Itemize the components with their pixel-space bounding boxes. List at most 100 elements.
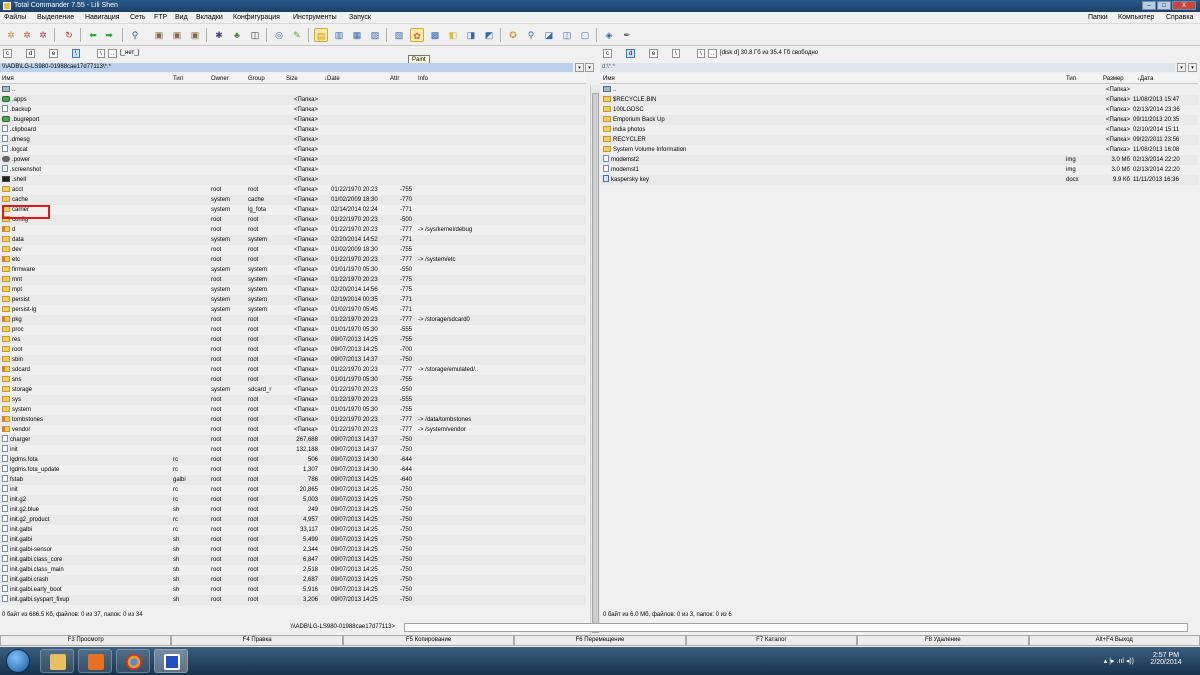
paint-app-icon[interactable]: ✿ bbox=[410, 28, 424, 42]
drive-up-button[interactable]: .. bbox=[708, 49, 718, 58]
window-icon[interactable]: ◫ bbox=[560, 28, 574, 42]
taskbar-total-commander[interactable] bbox=[154, 649, 188, 673]
right-hotlist-button[interactable]: ▾ bbox=[1188, 63, 1197, 72]
col-size[interactable]: Size bbox=[286, 76, 298, 82]
left-scroll-thumb[interactable] bbox=[592, 93, 599, 633]
table-row[interactable]: carrier system lg_fota <Папка> 02/14/2014 02… bbox=[0, 205, 586, 215]
table-row[interactable]: .logcat <Папка> bbox=[0, 145, 586, 155]
right-history-button[interactable]: ▾ bbox=[1177, 63, 1186, 72]
feather-icon[interactable]: ✒ bbox=[620, 28, 634, 42]
taskbar-explorer[interactable] bbox=[40, 649, 74, 673]
f6-move-button[interactable]: F6 Перемещение bbox=[514, 635, 686, 646]
drive-e-button[interactable]: e bbox=[49, 49, 59, 58]
f8-delete-button[interactable]: F8 Удаление bbox=[857, 635, 1029, 646]
note-icon[interactable]: ◧ bbox=[446, 28, 460, 42]
cmd-icon[interactable]: ▨ bbox=[392, 28, 406, 42]
drive-c-button[interactable]: c bbox=[3, 49, 12, 58]
sysinfo-icon[interactable]: ◈ bbox=[602, 28, 616, 42]
system-tray-icons[interactable]: ▴ |▸ .ııl ◂)) bbox=[1104, 657, 1134, 665]
table-row[interactable]: vendor root root <Папка> 01/22/1970 20:23 -77… bbox=[0, 425, 586, 435]
col-info[interactable]: Info bbox=[418, 76, 428, 82]
drive-network-button[interactable]: \ bbox=[672, 49, 680, 58]
ie-icon[interactable]: ◩ bbox=[482, 28, 496, 42]
col-type[interactable]: Тип bbox=[173, 76, 183, 82]
drive-root-button[interactable]: \ bbox=[697, 49, 705, 58]
menu-help[interactable]: Справка bbox=[1166, 14, 1193, 21]
table-row[interactable]: sdcard root root <Папка> 01/22/1970 20:23 -77… bbox=[0, 365, 586, 375]
alt-f4-exit-button[interactable]: Alt+F4 Выход bbox=[1028, 635, 1200, 646]
drive-root-button[interactable]: \ bbox=[97, 49, 105, 58]
table-row[interactable]: init.galbi.early_boot sh root root 5,916 09/0… bbox=[0, 585, 586, 595]
col-date[interactable]: ↓Дата bbox=[1137, 76, 1153, 82]
table-row[interactable]: firmware system system <Папка> 01/01/1970 05… bbox=[0, 265, 586, 275]
menu-navigation[interactable]: Навигация bbox=[85, 14, 120, 21]
table-row[interactable]: init.galbi rc root root 33,117 09/07/2013 14:… bbox=[0, 525, 586, 535]
drive-e-button[interactable]: e bbox=[649, 49, 659, 58]
f7-mkdir-button[interactable]: F7 Каталог bbox=[685, 635, 858, 646]
table-row[interactable]: init.galbi.syspart_fixup sh root root 3,206 0… bbox=[0, 595, 586, 605]
drive-c-button[interactable]: c bbox=[603, 49, 612, 58]
col-name[interactable]: Имя bbox=[2, 76, 14, 82]
viewer-icon[interactable]: ▦ bbox=[350, 28, 364, 42]
table-row[interactable]: .. <Папка> bbox=[600, 85, 1198, 95]
menu-files[interactable]: Файлы bbox=[4, 14, 26, 21]
table-row[interactable]: acct root root <Папка> 01/22/1970 20:23 -755 bbox=[0, 185, 586, 195]
reload-icon[interactable]: ↻ bbox=[62, 28, 76, 42]
star-icon[interactable]: ✪ bbox=[506, 28, 520, 42]
calc-icon[interactable]: ▧ bbox=[368, 28, 382, 42]
f3-view-button[interactable]: F3 Просмотр bbox=[0, 635, 172, 646]
f5-copy-button[interactable]: F5 Копирование bbox=[342, 635, 515, 646]
left-history-button[interactable]: ▾ bbox=[575, 63, 584, 72]
refresh-icon[interactable]: ✲ bbox=[4, 28, 18, 42]
table-row[interactable]: init.galbi sh root root 5,499 09/07/2013 14:2… bbox=[0, 535, 586, 545]
wordpad-icon[interactable]: ▩ bbox=[428, 28, 442, 42]
table-row[interactable]: sns root root <Папка> 01/01/1970 05:30 -755 bbox=[0, 375, 586, 385]
ftp-icon[interactable]: ✱ bbox=[212, 28, 226, 42]
config-icon[interactable]: ✲ bbox=[36, 28, 50, 42]
table-row[interactable]: kaspersky key docx 9.9 Кб 11/11/2013 16:36 bbox=[600, 175, 1198, 185]
notepad-icon[interactable]: ▥ bbox=[332, 28, 346, 42]
table-row[interactable]: init rc root root 20,865 09/07/2013 14:25 -750 bbox=[0, 485, 586, 495]
left-scrollbar[interactable] bbox=[590, 85, 600, 649]
table-row[interactable]: lgdms.fota_update rc root root 1,307 09/07/20… bbox=[0, 465, 586, 475]
start-button[interactable] bbox=[6, 649, 30, 673]
table-row[interactable]: data system system <Папка> 02/20/2014 14:52-… bbox=[0, 235, 586, 245]
minimize-button[interactable]: – bbox=[1142, 1, 1156, 10]
table-row[interactable]: .apps <Папка> bbox=[0, 95, 586, 105]
table-row[interactable]: proc root root <Папка> 01/01/1970 05:30 -555 bbox=[0, 325, 586, 335]
table-row[interactable]: init.galbi-sensor sh root root 2,344 09/07/20… bbox=[0, 545, 586, 555]
table-row[interactable]: .screenshot <Папка> bbox=[0, 165, 586, 175]
settings-icon[interactable]: ✲ bbox=[20, 28, 34, 42]
menu-folders[interactable]: Папки bbox=[1088, 14, 1108, 21]
close-button[interactable]: X bbox=[1172, 1, 1196, 10]
lan-icon[interactable]: ◪ bbox=[542, 28, 556, 42]
table-row[interactable]: storage system sdcard_r <Папка> 01/22/1970 2… bbox=[0, 385, 586, 395]
compare-icon[interactable]: ◫ bbox=[248, 28, 262, 42]
table-row[interactable]: d root root <Папка> 01/22/1970 20:23 -777 -> /… bbox=[0, 225, 586, 235]
table-row[interactable]: init root root 132,188 09/07/2013 14:37 -750 bbox=[0, 445, 586, 455]
unpack-icon[interactable]: ▣ bbox=[170, 28, 184, 42]
table-row[interactable]: Emporium Back Up <Папка> 09/11/2013 20:35 bbox=[600, 115, 1198, 125]
table-row[interactable]: .backup <Папка> bbox=[0, 105, 586, 115]
menu-configuration[interactable]: Конфигурация bbox=[233, 14, 280, 21]
menu-computer[interactable]: Компьютер bbox=[1118, 14, 1154, 21]
taskbar-media-player[interactable] bbox=[78, 649, 112, 673]
back-icon[interactable]: ⬅ bbox=[86, 28, 100, 42]
col-group[interactable]: Group bbox=[248, 76, 265, 82]
table-row[interactable]: init.galbi.class_main sh root root 2,518 09/0… bbox=[0, 565, 586, 575]
table-row[interactable]: persist-lg system system <Папка> 01/02/1970 … bbox=[0, 305, 586, 315]
command-input[interactable] bbox=[404, 623, 1188, 632]
maximize-button[interactable]: □ bbox=[1157, 1, 1171, 10]
table-row[interactable]: init.g2 rc root root 5,003 09/07/2013 14:25 -7… bbox=[0, 495, 586, 505]
table-row[interactable]: init.galbi.class_core sh root root 6,847 09/0… bbox=[0, 555, 586, 565]
plugin-icon[interactable]: ✎ bbox=[290, 28, 304, 42]
menu-tabs[interactable]: Вкладки bbox=[196, 14, 223, 21]
table-row[interactable]: $RECYCLE.BIN <Папка> 11/08/2013 15:47 bbox=[600, 95, 1198, 105]
table-row[interactable]: init.g2.blue sh root root 249 09/07/2013 14:2… bbox=[0, 505, 586, 515]
table-row[interactable]: charger root root 267,688 09/07/2013 14:37 -7… bbox=[0, 435, 586, 445]
table-row[interactable]: System Volume Information <Папка> 11/08/20… bbox=[600, 145, 1198, 155]
drive-d-button[interactable]: d bbox=[626, 49, 636, 58]
table-row[interactable]: dev root root <Папка> 01/02/2009 18:30 -755 bbox=[0, 245, 586, 255]
search-icon[interactable]: ⚲ bbox=[128, 28, 142, 42]
table-row[interactable]: init.galbi.crash sh root root 2,687 09/07/201… bbox=[0, 575, 586, 585]
